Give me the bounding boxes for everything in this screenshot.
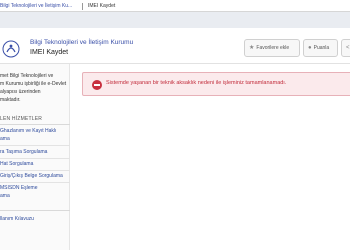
intro-line: m Kurumu işbirliği ile e-Devlet	[0, 81, 67, 87]
favorites-label: Favorilere ekle	[256, 45, 290, 51]
add-to-favorites-button[interactable]: ★ Favorilere ekle	[244, 39, 300, 57]
share-button[interactable]: <	[341, 39, 350, 57]
divider	[0, 210, 70, 211]
intro-line: met Bilgi Teknolojileri ve	[0, 73, 54, 79]
sidebar-item-label: ama	[0, 136, 10, 142]
user-guide-link[interactable]: llanım Kılavuzu	[0, 216, 34, 222]
btk-logo-icon[interactable]	[2, 40, 20, 58]
sidebar-item-label: Giriş/Çıkış Belge Sorgulama	[0, 173, 63, 179]
tab-btk[interactable]: Bilgi Teknolojileri ve İletişim Ku...	[0, 0, 72, 12]
sidebar-item-service-5[interactable]: MSISDN Eşleme ama	[0, 184, 70, 200]
error-alert: Sistemde yaşanan bir teknik aksaklık ned…	[82, 72, 350, 96]
page-title: IMEI Kaydet	[30, 49, 69, 56]
error-message: Sistemde yaşanan bir teknik aksaklık ned…	[106, 80, 287, 86]
sidebar-item-label: ama	[0, 193, 10, 199]
intro-line: alyapısı üzerinden	[0, 89, 41, 95]
sidebar-item-service-3[interactable]: Hat Sorgulama	[0, 160, 70, 168]
star-icon: ★	[249, 45, 255, 51]
sidebar-item-label: ra Taşıma Sorgulama	[0, 149, 48, 155]
sidebar-item-label: Ghazlanım ve Kayıt Haklı	[0, 128, 57, 134]
sidebar-item-label: Hat Sorgulama	[0, 161, 34, 167]
tab-imei-kaydet[interactable]: IMEI Kaydet	[88, 0, 115, 12]
intro-line: maktadır.	[0, 97, 21, 103]
sidebar-intro: met Bilgi Teknolojileri ve m Kurumu işbi…	[0, 72, 70, 104]
chat-bubble-icon: ●	[308, 45, 312, 51]
sidebar-item-service-2[interactable]: ra Taşıma Sorgulama	[0, 148, 70, 156]
divider	[0, 158, 70, 159]
sidebar-item-label: MSISDN Eşleme	[0, 185, 38, 191]
rate-label: Puanla	[313, 45, 330, 51]
divider	[0, 170, 70, 171]
divider	[0, 124, 70, 125]
sidebar-item-service-1[interactable]: Ghazlanım ve Kayıt Haklı ama	[0, 127, 70, 143]
divider	[0, 145, 70, 146]
share-icon: <	[346, 45, 350, 51]
browser-tab-bar: Bilgi Teknolojileri ve İletişim Ku... IM…	[0, 0, 350, 12]
services-title: LEN HİZMETLER	[0, 116, 43, 122]
rate-button[interactable]: ● Puanla	[303, 39, 338, 57]
sidebar-item-service-4[interactable]: Giriş/Çıkış Belge Sorgulama	[0, 172, 70, 180]
org-name[interactable]: Bilgi Teknolojileri ve İletişim Kurumu	[30, 39, 133, 46]
error-minus-icon	[92, 80, 102, 90]
tab-separator	[82, 3, 83, 10]
divider	[0, 182, 70, 183]
top-strip	[0, 12, 350, 28]
